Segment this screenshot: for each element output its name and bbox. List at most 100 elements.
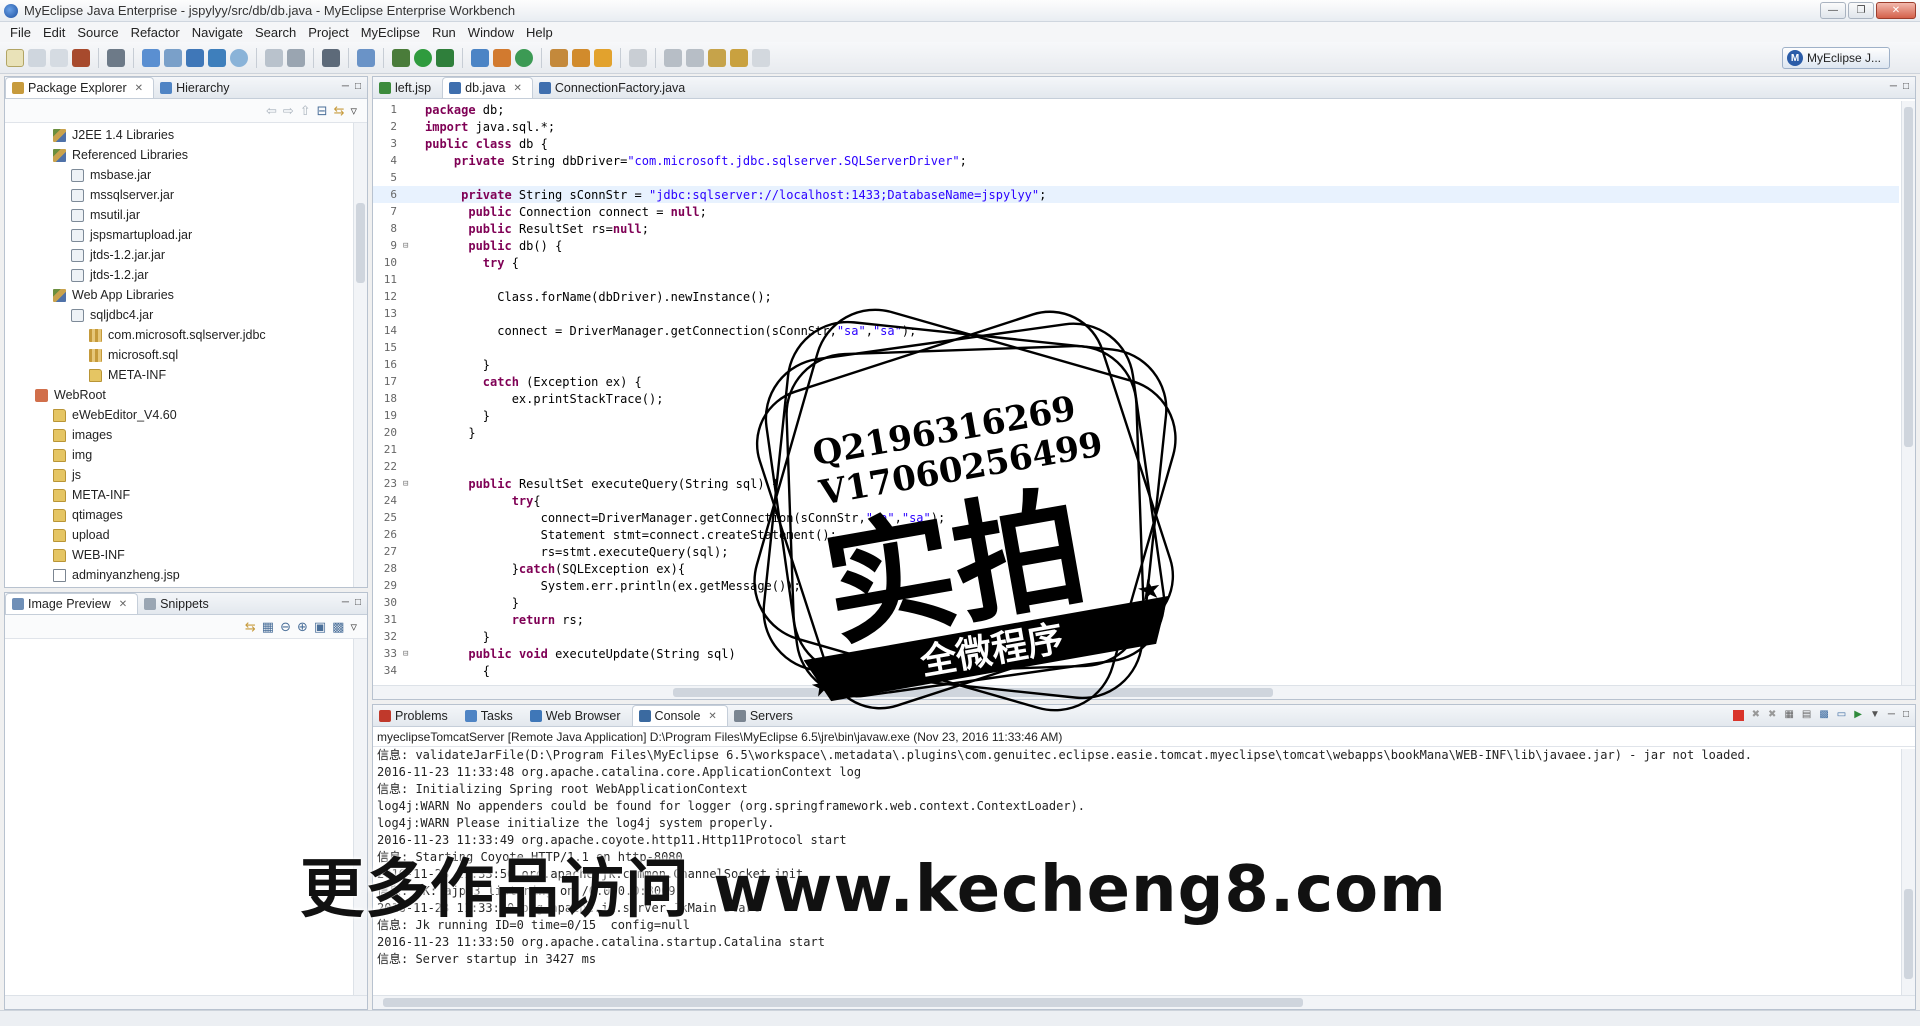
editor-tab[interactable]: ConnectionFactory.java <box>533 77 696 98</box>
tab-image-preview[interactable]: Image Preview ✕ <box>5 593 139 614</box>
db-connect-icon[interactable] <box>287 48 305 67</box>
flashlight-icon[interactable] <box>594 48 612 67</box>
close-icon[interactable]: ✕ <box>135 83 143 94</box>
menu-window[interactable]: Window <box>462 25 520 40</box>
code-line[interactable]: 17 catch (Exception ex) { <box>373 373 1899 390</box>
refresh-icon[interactable] <box>515 48 533 67</box>
tree-item[interactable]: Web App Libraries <box>5 285 367 305</box>
console-hscrollbar[interactable] <box>373 995 1915 1009</box>
code-line[interactable]: 9 ⊟ public db() { <box>373 237 1899 254</box>
tree-item[interactable]: jtds-1.2.jar <box>5 265 367 285</box>
minimize-icon[interactable]: ─ <box>342 597 349 608</box>
code-line[interactable]: 26 Statement stmt=connect.createStatemen… <box>373 526 1899 543</box>
tree-item[interactable]: msutil.jar <box>5 205 367 225</box>
scrollbar-thumb[interactable] <box>1904 107 1913 447</box>
editor-scrollbar[interactable] <box>1901 101 1915 685</box>
tab-servers[interactable]: Servers <box>728 705 804 726</box>
open-folder-icon[interactable] <box>550 48 568 67</box>
menu-file[interactable]: File <box>4 25 37 40</box>
new-package-icon[interactable] <box>493 48 511 67</box>
code-line[interactable]: 28 }catch(SQLException ex){ <box>373 560 1899 577</box>
code-line[interactable]: 29 System.err.println(ex.getMessage()); <box>373 577 1899 594</box>
save-icon[interactable] <box>28 48 46 67</box>
code-line[interactable]: 27 rs=stmt.executeQuery(sql); <box>373 543 1899 560</box>
up-icon[interactable]: ⇧ <box>300 103 311 119</box>
open-console-icon[interactable]: ▼ <box>1870 709 1880 721</box>
code-line[interactable]: 8 public ResultSet rs=null; <box>373 220 1899 237</box>
fold-toggle-icon[interactable]: ⊟ <box>403 479 413 489</box>
menu-edit[interactable]: Edit <box>37 25 71 40</box>
maximize-icon[interactable]: □ <box>355 81 361 92</box>
open-type-icon[interactable] <box>164 48 182 67</box>
code-line[interactable]: 13 <box>373 305 1899 322</box>
tree-item[interactable]: img <box>5 445 367 465</box>
debug-icon[interactable] <box>392 48 410 67</box>
code-line[interactable]: 16 } <box>373 356 1899 373</box>
browser-icon[interactable] <box>208 48 226 67</box>
collapse-all-icon[interactable]: ⊟ <box>317 103 328 119</box>
tree-item[interactable]: adminyanzheng.jsp <box>5 565 367 585</box>
run-icon[interactable] <box>414 48 432 67</box>
code-line[interactable]: 32 } <box>373 628 1899 645</box>
fold-toggle-icon[interactable]: ⊟ <box>403 649 413 659</box>
code-line[interactable]: 34 { <box>373 662 1899 679</box>
code-line[interactable]: 18 ex.printStackTrace(); <box>373 390 1899 407</box>
word-wrap-icon[interactable]: ▩ <box>1819 709 1828 721</box>
tree-item[interactable]: sqljdbc4.jar <box>5 305 367 325</box>
close-icon[interactable]: ✕ <box>1876 2 1916 19</box>
code-line[interactable]: 31 return rs; <box>373 611 1899 628</box>
forward-icon[interactable]: ⇨ <box>283 103 294 119</box>
remove-launch-icon[interactable]: ✖ <box>1752 709 1760 721</box>
window-icon[interactable] <box>322 48 340 67</box>
tree-item[interactable]: WEB-INF <box>5 545 367 565</box>
scrollbar-thumb[interactable] <box>356 203 365 283</box>
maximize-icon[interactable]: □ <box>1903 81 1909 92</box>
menu-help[interactable]: Help <box>520 25 559 40</box>
tree-item[interactable]: upload <box>5 525 367 545</box>
tab-snippets[interactable]: Snippets <box>138 593 220 614</box>
code-line[interactable]: 12 Class.forName(dbDriver).newInstance()… <box>373 288 1899 305</box>
close-icon[interactable]: ✕ <box>119 599 127 610</box>
code-editor[interactable]: 1 package db; 2 import java.sql.*; 3 public c… <box>373 101 1899 685</box>
view-menu-icon[interactable]: ▿ <box>350 619 357 635</box>
globe-icon[interactable] <box>230 48 248 67</box>
tab-hierarchy[interactable]: Hierarchy <box>154 77 241 98</box>
code-line[interactable]: 33 ⊟ public void executeUpdate(String sql… <box>373 645 1899 662</box>
editor-hscrollbar[interactable] <box>373 685 1915 699</box>
tree-item[interactable]: mssqlserver.jar <box>5 185 367 205</box>
tree-item[interactable]: META-INF <box>5 485 367 505</box>
minimize-icon[interactable]: ─ <box>1890 81 1897 92</box>
code-line[interactable]: 6 private String sConnStr = "jdbc:sqlser… <box>373 186 1899 203</box>
code-line[interactable]: 14 connect = DriverManager.getConnection… <box>373 322 1899 339</box>
code-line[interactable]: 20 } <box>373 424 1899 441</box>
code-line[interactable]: 23 ⊟ public ResultSet executeQuery(String… <box>373 475 1899 492</box>
tree-item[interactable]: eWebEditor_V4.60 <box>5 405 367 425</box>
package-tree-scrollbar[interactable] <box>353 123 367 587</box>
menu-search[interactable]: Search <box>249 25 302 40</box>
fit-icon[interactable]: ▦ <box>262 619 274 635</box>
link-editor-icon[interactable]: ⇆ <box>334 103 345 119</box>
close-icon[interactable]: ✕ <box>708 711 716 722</box>
tab-tasks[interactable]: Tasks <box>459 705 524 726</box>
scrollbar-thumb[interactable] <box>673 688 1273 697</box>
tree-item[interactable]: WebRoot <box>5 385 367 405</box>
tree-item[interactable]: js <box>5 465 367 485</box>
code-line[interactable]: 7 public Connection connect = null; <box>373 203 1899 220</box>
code-line[interactable]: 21 <box>373 441 1899 458</box>
tab-package-explorer[interactable]: Package Explorer ✕ <box>5 77 155 98</box>
tree-item[interactable]: jspsmartupload.jar <box>5 225 367 245</box>
code-line[interactable]: 4 private String dbDriver="com.microsoft… <box>373 152 1899 169</box>
next-annotation-icon[interactable] <box>664 48 682 67</box>
tree-item[interactable]: qtimages <box>5 505 367 525</box>
close-icon[interactable]: ✕ <box>513 83 521 94</box>
code-line[interactable]: 24 try{ <box>373 492 1899 509</box>
menu-refactor[interactable]: Refactor <box>125 25 186 40</box>
code-line[interactable]: 10 try { <box>373 254 1899 271</box>
menu-run[interactable]: Run <box>426 25 462 40</box>
last-edit-icon[interactable] <box>708 48 726 67</box>
image-preview-hscrollbar[interactable] <box>5 995 367 1009</box>
deploy-icon[interactable] <box>72 48 90 67</box>
external-tools-icon[interactable] <box>436 48 454 67</box>
maximize-icon[interactable]: □ <box>355 597 361 608</box>
menu-project[interactable]: Project <box>302 25 354 40</box>
